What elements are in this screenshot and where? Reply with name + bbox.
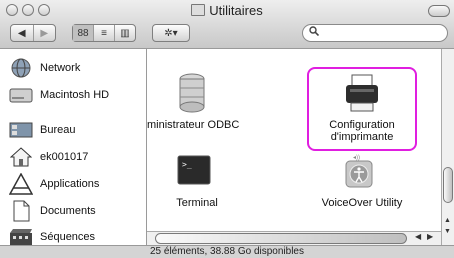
globe-icon: [8, 57, 34, 79]
sidebar-item-bureau[interactable]: Bureau: [8, 118, 75, 142]
action-menu-button[interactable]: ✲▾: [152, 24, 190, 42]
finder-window: Utilitaires ◀ ▶ 88 ≡ ▥ ✲▾ Network Macint…: [0, 0, 454, 258]
scroll-left-arrow-icon[interactable]: ◀: [415, 232, 421, 241]
hard-drive-icon: [8, 84, 34, 106]
scroll-right-arrow-icon[interactable]: ▶: [427, 232, 433, 241]
search-field[interactable]: [302, 24, 448, 42]
folder-icon: [191, 4, 206, 16]
sidebar-item-applications[interactable]: Applications: [8, 172, 99, 196]
sidebar-item-documents[interactable]: Documents: [8, 199, 96, 223]
window-title: Utilitaires: [0, 3, 454, 18]
toolbar-toggle-button[interactable]: [428, 5, 450, 17]
back-button[interactable]: ◀: [11, 25, 34, 41]
home-icon: [8, 146, 34, 168]
scroll-down-arrow-icon[interactable]: ▼: [444, 228, 451, 235]
sidebar-item-macintosh-hd[interactable]: Macintosh HD: [8, 83, 109, 107]
svg-text:>_: >_: [182, 160, 192, 169]
file-browser: ministrateur ODBC Configuration d'imprim…: [147, 49, 441, 231]
sidebar: Network Macintosh HD Bureau ek001017 App…: [0, 49, 147, 245]
search-icon: [309, 26, 320, 37]
column-view-button[interactable]: ▥: [115, 25, 135, 41]
gear-icon: ✲▾: [164, 27, 178, 39]
documents-icon: [8, 200, 34, 222]
icon-view-button[interactable]: 88: [73, 25, 94, 41]
view-mode-control: 88 ≡ ▥: [72, 24, 136, 42]
vertical-scroll-thumb[interactable]: [443, 167, 453, 203]
horizontal-scrollbar[interactable]: ◀ ▶: [147, 231, 441, 245]
horizontal-scroll-thumb[interactable]: [155, 233, 407, 244]
applications-icon: [8, 173, 34, 195]
back-forward-control: ◀ ▶: [10, 24, 56, 42]
title-bar: Utilitaires ◀ ▶ 88 ≡ ▥ ✲▾: [0, 0, 454, 49]
svg-text:◂)): ◂)): [353, 155, 360, 161]
printer-icon: [346, 74, 378, 112]
list-view-button[interactable]: ≡: [94, 25, 115, 41]
terminal-icon: >_: [177, 155, 211, 185]
status-bar: 25 éléments, 38.88 Go disponibles: [0, 245, 454, 258]
scroll-up-arrow-icon[interactable]: ▲: [444, 217, 451, 224]
vertical-scrollbar[interactable]: ▲ ▼: [441, 49, 454, 245]
desktop-icon: [8, 119, 34, 141]
sidebar-item-network[interactable]: Network: [8, 56, 80, 80]
sidebar-item-home[interactable]: ek001017: [8, 145, 88, 169]
forward-button[interactable]: ▶: [34, 25, 56, 41]
odbc-database-icon: [179, 73, 205, 113]
voiceover-icon: ◂)): [345, 155, 373, 188]
